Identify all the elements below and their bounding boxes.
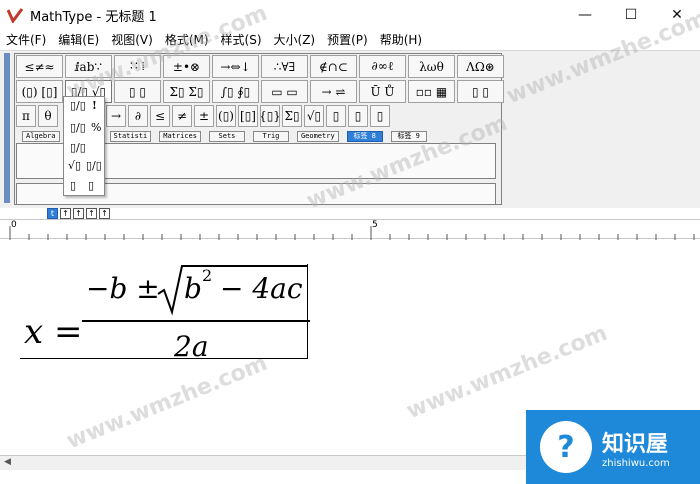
menu-format[interactable]: 格式(M) [159, 30, 215, 50]
logo-question-mark: ? [557, 429, 575, 465]
title-bar: MathType - 无标题 1 — ☐ ✕ [0, 0, 700, 30]
logo-text-block: 知识屋 zhishiwu.com [602, 426, 670, 469]
underbar-templates-button[interactable]: ▭ ▭ [261, 80, 308, 103]
products-templates-button[interactable]: Ū Ů [359, 80, 406, 103]
insertion-point-frame [20, 358, 308, 359]
plus-minus-button[interactable]: ± [194, 105, 214, 127]
tab-trig[interactable]: Trig [252, 131, 289, 142]
eq-radicand-rest: − 4ac [220, 272, 303, 305]
right-arrow-button[interactable]: → [106, 105, 126, 127]
ruler-label-5: 5 [372, 220, 378, 230]
relational-symbols-button[interactable]: ≤≠≈ [16, 55, 63, 78]
operator-symbols-button[interactable]: ±•⊗ [163, 55, 210, 78]
maximize-button[interactable]: ☐ [608, 0, 654, 30]
partial-button[interactable]: ∂ [128, 105, 148, 127]
eq-radicand-b: b [184, 272, 202, 305]
dropdown-item-inline-fraction[interactable]: ▯/▯ [70, 141, 86, 154]
dropdown-item-slash-fraction[interactable]: ▯/▯ [70, 121, 86, 134]
scroll-left-arrow-icon[interactable]: ◀ [4, 457, 11, 467]
ruler[interactable]: 0 5 [0, 219, 700, 240]
greek-uppercase-button[interactable]: ΛΩ⊛ [457, 55, 504, 78]
labeled-arrow-templates-button[interactable]: → ⇌ [310, 80, 357, 103]
logo-subtitle: zhishiwu.com [602, 457, 670, 469]
radical-overbar [182, 265, 307, 267]
misc-symbols-button[interactable]: ∂∞ℓ [359, 55, 406, 78]
tab-geometry[interactable]: Geometry [296, 131, 339, 142]
dropdown-item-small-slash-fraction[interactable]: % [91, 121, 101, 134]
symbol-palette-row: ≤≠≈ ⅈab∵ ∷ ⁞ ±•⊗ →⇔↓ ∴∀∃ ∉∩⊂ ∂∞ℓ λωθ ΛΩ⊛ [16, 55, 506, 78]
dropdown-item-nth-root[interactable]: ▯/▯ [86, 159, 102, 172]
braces-button[interactable]: {▯} [260, 105, 280, 127]
ruler-ticks [9, 226, 695, 240]
parentheses-button[interactable]: (▯) [216, 105, 236, 127]
fence-templates-button[interactable]: (▯) [▯] [16, 80, 63, 103]
close-button[interactable]: ✕ [654, 0, 700, 30]
superscript-button[interactable]: ▯ [326, 105, 346, 127]
eq-equals: = [54, 312, 83, 352]
dropdown-item-full-fraction[interactable]: ▯/▯ [70, 99, 86, 112]
menu-edit[interactable]: 编辑(E) [52, 30, 105, 50]
pi-button[interactable]: π [16, 105, 36, 127]
box-templates-button[interactable]: ▯ ▯ [457, 80, 504, 103]
minimize-button[interactable]: — [562, 0, 608, 30]
subscript-templates-button[interactable]: ▯ ▯ [114, 80, 161, 103]
dropdown-item-reduced-fraction[interactable]: ! [92, 99, 97, 112]
tab-algebra[interactable]: Algebra [22, 131, 60, 142]
eq-radicand-exp: 2 [202, 266, 213, 285]
dropdown-item-long-division[interactable]: ▯ [70, 179, 76, 192]
eq-lhs-x: x [24, 312, 44, 352]
integral-templates-button[interactable]: ∫▯ ∮▯ [212, 80, 259, 103]
tab-9[interactable]: 标签 9 [390, 131, 427, 142]
logo-title: 知识屋 [602, 431, 669, 457]
not-equal-button[interactable]: ≠ [172, 105, 192, 127]
subscript-button[interactable]: ▯ [348, 105, 368, 127]
theta-button[interactable]: θ [38, 105, 58, 127]
menu-style[interactable]: 样式(S) [215, 30, 268, 50]
zhishiwu-logo: ? 知识屋 zhishiwu.com [526, 410, 700, 484]
radical-sign [157, 265, 186, 316]
toolbar-area: ≤≠≈ ⅈab∵ ∷ ⁞ ±•⊗ →⇔↓ ∴∀∃ ∉∩⊂ ∂∞ℓ λωθ ΛΩ⊛… [0, 50, 700, 208]
dropdown-item-long-division-alt[interactable]: ▯ [88, 179, 94, 192]
sqrt-button[interactable]: √▯ [304, 105, 324, 127]
subsup-button[interactable]: ▯ [370, 105, 390, 127]
ruler-label-0: 0 [11, 220, 17, 230]
fraction-bar [82, 320, 310, 322]
tab-8[interactable]: 标签 8 [346, 131, 383, 142]
insertion-point-frame-right [307, 264, 308, 359]
size-full-button[interactable]: t [47, 208, 58, 219]
logo-question-icon: ? [540, 421, 592, 473]
tab-sets[interactable]: Sets [208, 131, 245, 142]
set-theory-symbols-button[interactable]: ∉∩⊂ [310, 55, 357, 78]
size-subscript-button[interactable]: ↑ [60, 208, 71, 219]
dropdown-item-square-root[interactable]: √▯ [68, 159, 81, 172]
matrix-templates-button[interactable]: ▫▫ ▦ [408, 80, 455, 103]
sum-button[interactable]: Σ▯ [282, 105, 302, 127]
mathtype-app-icon [6, 6, 24, 24]
menu-view[interactable]: 视图(V) [105, 30, 159, 50]
fraction-radical-dropdown: ▯/▯ ! ▯/▯ % ▯/▯ √▯ ▯/▯ ▯ ▯ [63, 96, 105, 196]
brackets-button[interactable]: [▯] [238, 105, 258, 127]
eq-numerator-prefix: −b ± [86, 272, 160, 305]
menu-preferences[interactable]: 预置(P) [321, 30, 374, 50]
logical-symbols-button[interactable]: ∴∀∃ [261, 55, 308, 78]
equation: x = −b ± b 2 − 4ac 2a [20, 260, 320, 390]
size-buttons: t ↑ ↑ ↑ ↑ [47, 208, 112, 219]
embellishments-button[interactable]: ∷ ⁞ [114, 55, 161, 78]
menu-size[interactable]: 大小(Z) [268, 30, 322, 50]
toolbar-grip[interactable] [4, 53, 10, 203]
tab-matrices[interactable]: Matrices [159, 131, 201, 142]
summation-templates-button[interactable]: Σ▯ Σ▯ [163, 80, 210, 103]
tab-statistics[interactable]: Statisti [109, 131, 152, 142]
arrow-symbols-button[interactable]: →⇔↓ [212, 55, 259, 78]
menu-bar: 文件(F) 编辑(E) 视图(V) 格式(M) 样式(S) 大小(Z) 预置(P… [0, 30, 700, 50]
less-equal-button[interactable]: ≤ [150, 105, 170, 127]
menu-file[interactable]: 文件(F) [0, 30, 52, 50]
size-symbol-button[interactable]: ↑ [86, 208, 97, 219]
window-title: MathType - 无标题 1 [30, 9, 157, 25]
spaces-ellipses-button[interactable]: ⅈab∵ [65, 55, 112, 78]
menu-help[interactable]: 帮助(H) [374, 30, 428, 50]
size-sub-subscript-button[interactable]: ↑ [73, 208, 84, 219]
greek-lowercase-button[interactable]: λωθ [408, 55, 455, 78]
size-sub-symbol-button[interactable]: ↑ [99, 208, 110, 219]
